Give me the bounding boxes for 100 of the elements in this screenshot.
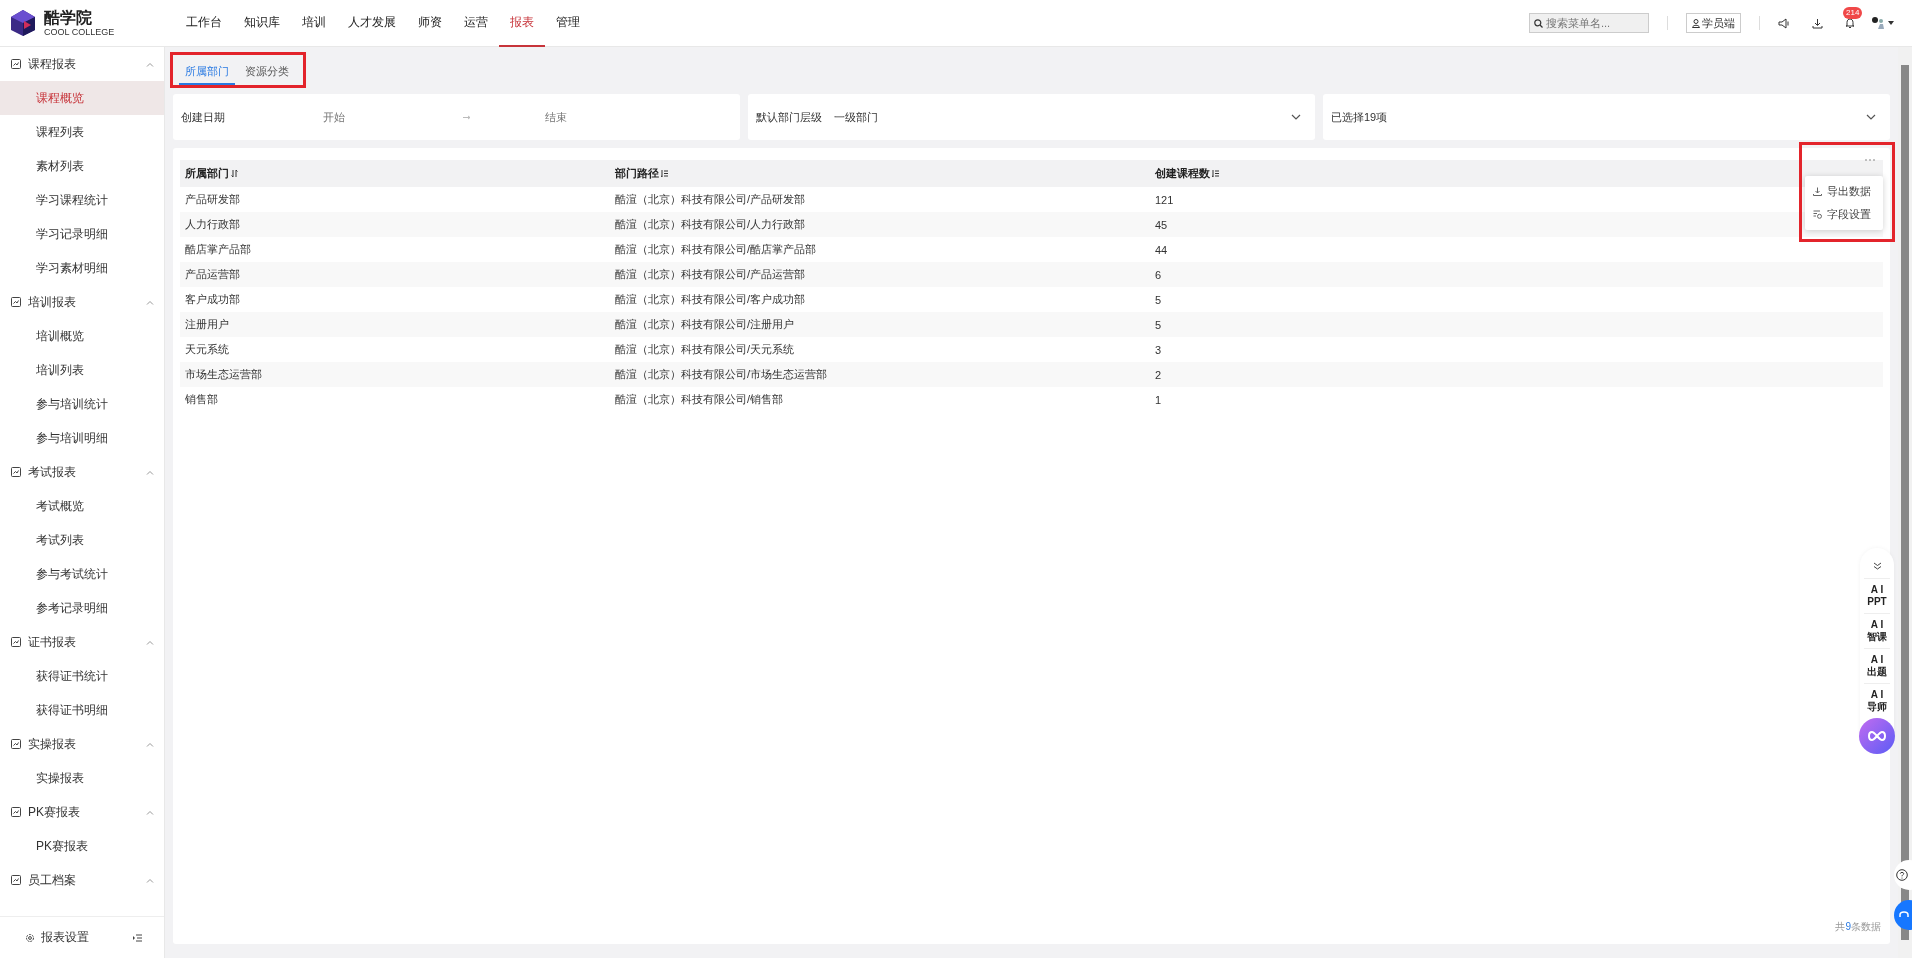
table-cell-text: 1 (1154, 393, 1162, 406)
assistant-orb[interactable] (1859, 718, 1895, 754)
sidebar-item[interactable]: 考试列表 (0, 523, 164, 557)
column-header[interactable]: 创建课程数 (1155, 166, 1210, 181)
sidebar-group[interactable]: 课程报表 (0, 47, 164, 81)
infinity-icon (1867, 731, 1887, 741)
sidebar-group[interactable]: 员工档案 (0, 863, 164, 897)
sidebar-item[interactable]: 素材列表 (0, 149, 164, 183)
bell-icon[interactable] (1845, 17, 1855, 29)
sidebar-item[interactable]: 参与考试统计 (0, 557, 164, 591)
sidebar-item[interactable]: 参与培训明细 (0, 421, 164, 455)
table-cell-text: 6 (1154, 268, 1162, 281)
sidebar-item[interactable]: 考试概览 (0, 489, 164, 523)
field-settings-icon (1813, 210, 1822, 219)
report-icon (11, 467, 21, 477)
ai-tool-button[interactable]: A I PPT (1864, 578, 1890, 613)
sidebar-group[interactable]: 考试报表 (0, 455, 164, 489)
field-label: 默认部门层级 (756, 109, 822, 125)
download-icon (1813, 187, 1822, 196)
table-cell-text: 销售部 (184, 392, 218, 407)
sidebar-item[interactable]: 课程概览 (0, 81, 164, 115)
table-cell-text: 酷渲（北京）科技有限公司/天元系统 (614, 342, 795, 357)
report-icon (11, 637, 21, 647)
column-header[interactable]: 部门路径 (615, 166, 659, 181)
settings-icon[interactable] (25, 932, 35, 943)
cube-logo-icon (10, 9, 36, 37)
table-cell-text: 酷渲（北京）科技有限公司/产品研发部 (614, 192, 806, 207)
table-cell-text: 酷渲（北京）科技有限公司/销售部 (614, 392, 784, 407)
table-cell-text: 酷渲（北京）科技有限公司/市场生态运营部 (614, 367, 828, 382)
column-header[interactable]: 所属部门 (185, 166, 229, 181)
select-value: 已选择19项 (1331, 109, 1388, 125)
speaker-icon[interactable] (1778, 17, 1790, 29)
sidebar-group[interactable]: PK赛报表 (0, 795, 164, 829)
menu-item[interactable]: 导出数据 (1805, 180, 1883, 203)
table-cell-text: 酷渲（北京）科技有限公司/酷店掌产品部 (614, 242, 817, 257)
nav-tab[interactable]: 工作台 (175, 0, 233, 47)
start-date-field[interactable]: 开始 (321, 110, 381, 124)
sidebar-item[interactable]: 参考记录明细 (0, 591, 164, 625)
ai-tool-button[interactable]: A I 出题 (1864, 648, 1890, 683)
report-icon (11, 807, 21, 817)
table-cell-text: 市场生态运营部 (184, 367, 262, 382)
caret-icon[interactable] (1888, 21, 1894, 25)
report-icon (11, 59, 21, 69)
sidebar-item[interactable]: 学习素材明细 (0, 251, 164, 285)
nav-tab[interactable]: 人才发展 (337, 0, 407, 47)
sidebar-item[interactable]: 实操报表 (0, 761, 164, 795)
chevron-down-icon (1291, 114, 1301, 120)
tab[interactable]: 资源分类 (239, 59, 295, 85)
table-cell-text: 酷店掌产品部 (184, 242, 251, 257)
category-select[interactable]: 已选择19项 (1323, 94, 1890, 140)
caret-icon (146, 741, 154, 747)
caret-icon (146, 809, 154, 815)
nav-tab[interactable]: 知识库 (233, 0, 291, 47)
sidebar-item[interactable]: 课程列表 (0, 115, 164, 149)
sidebar-group[interactable]: 实操报表 (0, 727, 164, 761)
nav-tab[interactable]: 报表 (499, 0, 545, 47)
sidebar-item[interactable]: PK赛报表 (0, 829, 164, 863)
arrow-icon (463, 114, 471, 120)
nav-tab[interactable]: 培训 (291, 0, 337, 47)
sidebar-group[interactable]: 证书报表 (0, 625, 164, 659)
record-count: 共9条数据 (1835, 920, 1882, 934)
double-chevron-icon[interactable] (1872, 562, 1882, 570)
sidebar-item[interactable]: 学习课程统计 (0, 183, 164, 217)
caret-icon (146, 299, 154, 305)
menu-item[interactable]: 字段设置 (1805, 203, 1883, 226)
table-cell-text: 3 (1154, 343, 1162, 356)
nav-tab[interactable]: 运营 (453, 0, 499, 47)
sidebar-item[interactable]: 培训列表 (0, 353, 164, 387)
ai-tool-button[interactable]: A I 智课 (1864, 613, 1890, 648)
sidebar-item[interactable]: 学习记录明细 (0, 217, 164, 251)
collapse-menu-icon[interactable] (133, 933, 142, 942)
table-cell-text: 5 (1154, 293, 1162, 306)
sort-icon[interactable] (1212, 169, 1219, 178)
avatar-icon[interactable] (1871, 16, 1885, 30)
sidebar-item[interactable]: 获得证书统计 (0, 659, 164, 693)
table-cell-text: 5 (1154, 318, 1162, 331)
student-portal-button[interactable]: 学员端 (1686, 13, 1741, 33)
sort-icon[interactable] (661, 169, 668, 178)
table-cell-text: 客户成功部 (184, 292, 240, 307)
sort-icon[interactable] (231, 169, 238, 178)
sidebar-item[interactable]: 参与培训统计 (0, 387, 164, 421)
table-cell-text: 酷渲（北京）科技有限公司/注册用户 (614, 317, 795, 332)
ai-tool-button[interactable]: A I 导师 (1864, 683, 1890, 718)
search-field[interactable]: 搜索菜单名... (1529, 13, 1649, 33)
logo-subtitle: COOL COLLEGE (44, 27, 115, 37)
sidebar-item[interactable]: 获得证书明细 (0, 693, 164, 727)
nav-tab[interactable]: 师资 (407, 0, 453, 47)
report-icon (11, 875, 21, 885)
download-icon[interactable] (1812, 17, 1823, 29)
nav-tab[interactable]: 管理 (545, 0, 591, 47)
table-cell-text: 45 (1154, 218, 1168, 231)
table-cell-text: 44 (1154, 243, 1168, 256)
sidebar-item[interactable]: 培训概览 (0, 319, 164, 353)
level-select[interactable]: 默认部门层级 一级部门 (748, 94, 1315, 140)
tab[interactable]: 所属部门 (179, 59, 235, 85)
end-date-field[interactable]: 结束 (543, 110, 603, 124)
chevron-down-icon (1866, 114, 1876, 120)
sidebar-group[interactable]: 培训报表 (0, 285, 164, 319)
field-label: 创建日期 (181, 109, 225, 125)
settings-link[interactable]: 报表设置 (41, 929, 89, 946)
